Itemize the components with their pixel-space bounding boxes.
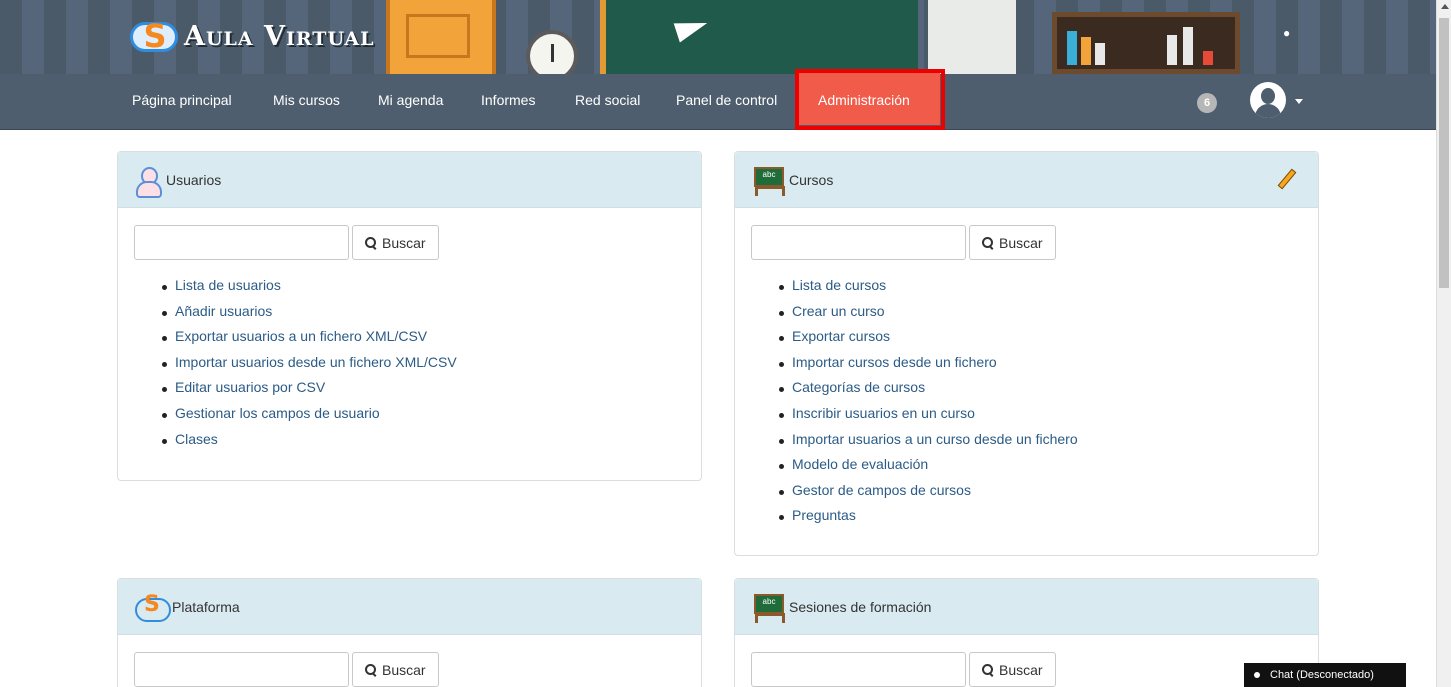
search-input[interactable] <box>751 652 966 687</box>
paper-illustration <box>928 0 1016 74</box>
nav-item-social[interactable]: Red social <box>575 92 640 108</box>
link-modelo-evaluacion[interactable]: Modelo de evaluación <box>792 456 928 472</box>
panel-header: Usuarios <box>118 152 701 208</box>
search-button-label: Buscar <box>999 234 1043 251</box>
list-item: Preguntas <box>779 507 1078 533</box>
link-exportar-cursos[interactable]: Exportar cursos <box>792 328 890 344</box>
search-row: Buscar <box>751 225 1056 260</box>
list-item: Editar usuarios por CSV <box>162 379 457 405</box>
nav-item-my-courses[interactable]: Mis cursos <box>273 92 340 108</box>
chalkboard-illustration <box>600 0 918 74</box>
panel-header: Sesiones de formación <box>735 579 1318 635</box>
search-button-label: Buscar <box>382 661 426 678</box>
panel-usuarios: Usuarios Buscar Lista de usuarios Añadir… <box>117 151 702 481</box>
platform-logo-icon <box>134 592 171 622</box>
link-importar-usuarios[interactable]: Importar usuarios desde un fichero XML/C… <box>175 354 457 370</box>
nav-item-dashboard[interactable]: Panel de control <box>676 92 777 108</box>
user-icon <box>134 165 162 198</box>
panel-sesiones: Sesiones de formación Buscar <box>734 578 1319 687</box>
chevron-down-icon[interactable] <box>1295 99 1303 104</box>
notification-badge[interactable]: 6 <box>1197 93 1217 113</box>
list-item: Lista de usuarios <box>162 277 457 303</box>
search-button[interactable]: Buscar <box>969 652 1056 687</box>
status-dot-icon <box>1254 672 1260 678</box>
search-row: Buscar <box>134 652 439 687</box>
list-item: Añadir usuarios <box>162 303 457 329</box>
link-anadir-usuarios[interactable]: Añadir usuarios <box>175 303 272 319</box>
panel-header: Plataforma <box>118 579 701 635</box>
vertical-scrollbar[interactable] <box>1436 0 1451 687</box>
list-item: Categorías de cursos <box>779 379 1078 405</box>
nav-item-home[interactable]: Página principal <box>132 92 232 108</box>
door-illustration <box>386 0 496 74</box>
brand-logo[interactable]: S Aula Virtual <box>130 18 375 54</box>
search-button-label: Buscar <box>999 661 1043 678</box>
header-banner: S Aula Virtual ● <box>0 0 1436 74</box>
link-crear-curso[interactable]: Crear un curso <box>792 303 885 319</box>
nav-item-administration[interactable]: Administración <box>818 92 910 108</box>
search-icon <box>982 663 994 676</box>
link-lista-usuarios[interactable]: Lista de usuarios <box>175 277 281 293</box>
list-item: Crear un curso <box>779 303 1078 329</box>
link-clases[interactable]: Clases <box>175 431 218 447</box>
search-icon <box>365 236 377 249</box>
clock-illustration <box>526 30 578 74</box>
search-row: Buscar <box>134 225 439 260</box>
search-input[interactable] <box>751 225 966 260</box>
panel-header: Cursos <box>735 152 1318 208</box>
search-button[interactable]: Buscar <box>352 225 439 260</box>
link-preguntas[interactable]: Preguntas <box>792 507 856 523</box>
search-button-label: Buscar <box>382 234 426 251</box>
link-importar-cursos[interactable]: Importar cursos desde un fichero <box>792 354 997 370</box>
search-button[interactable]: Buscar <box>969 225 1056 260</box>
panel-cursos: Cursos Buscar Lista de cursos Crear un c… <box>734 151 1319 556</box>
panel-plataforma: Plataforma Buscar <box>117 578 702 687</box>
panel-title: Usuarios <box>166 171 222 188</box>
list-item: Inscribir usuarios en un curso <box>779 405 1078 431</box>
search-icon <box>365 663 377 676</box>
list-item: Clases <box>162 431 457 457</box>
link-gestor-campos-cursos[interactable]: Gestor de campos de cursos <box>792 482 971 498</box>
link-categorias-cursos[interactable]: Categorías de cursos <box>792 379 925 395</box>
list-item: Exportar usuarios a un fichero XML/CSV <box>162 328 457 354</box>
user-avatar-icon[interactable] <box>1250 82 1286 118</box>
chalkboard-icon <box>751 593 785 623</box>
link-importar-usuarios-curso[interactable]: Importar usuarios a un curso desde un fi… <box>792 431 1078 447</box>
scroll-up-arrow-icon[interactable] <box>1441 4 1449 9</box>
list-item: Exportar cursos <box>779 328 1078 354</box>
pencil-edit-icon[interactable] <box>1277 168 1297 190</box>
link-exportar-usuarios[interactable]: Exportar usuarios a un fichero XML/CSV <box>175 328 427 344</box>
chat-label: Chat (Desconectado) <box>1270 669 1374 681</box>
nav-item-reports[interactable]: Informes <box>481 92 535 108</box>
search-input[interactable] <box>134 652 349 687</box>
search-row: Buscar <box>751 652 1056 687</box>
search-input[interactable] <box>134 225 349 260</box>
user-status-icon[interactable]: ● <box>1283 26 1290 40</box>
link-lista-cursos[interactable]: Lista de cursos <box>792 277 886 293</box>
chalkboard-icon <box>751 166 785 196</box>
list-item: Importar cursos desde un fichero <box>779 354 1078 380</box>
cursos-links: Lista de cursos Crear un curso Exportar … <box>779 277 1078 533</box>
link-inscribir-usuarios[interactable]: Inscribir usuarios en un curso <box>792 405 975 421</box>
link-editar-usuarios-csv[interactable]: Editar usuarios por CSV <box>175 379 325 395</box>
brand-name: Aula Virtual <box>184 20 375 52</box>
list-item: Importar usuarios desde un fichero XML/C… <box>162 354 457 380</box>
search-button[interactable]: Buscar <box>352 652 439 687</box>
chat-status-button[interactable]: Chat (Desconectado) <box>1244 663 1406 687</box>
search-icon <box>982 236 994 249</box>
panel-title: Cursos <box>789 171 834 188</box>
usuarios-links: Lista de usuarios Añadir usuarios Export… <box>162 277 457 457</box>
list-item: Gestionar los campos de usuario <box>162 405 457 431</box>
cloud-s-logo-icon: S <box>130 18 178 54</box>
list-item: Modelo de evaluación <box>779 456 1078 482</box>
nav-item-agenda[interactable]: Mi agenda <box>378 92 443 108</box>
list-item: Importar usuarios a un curso desde un fi… <box>779 431 1078 457</box>
panel-title: Sesiones de formación <box>789 598 932 615</box>
link-campos-usuario[interactable]: Gestionar los campos de usuario <box>175 405 380 421</box>
scroll-thumb[interactable] <box>1439 18 1449 288</box>
list-item: Gestor de campos de cursos <box>779 482 1078 508</box>
panel-title: Plataforma <box>172 598 240 615</box>
list-item: Lista de cursos <box>779 277 1078 303</box>
bookshelf-illustration <box>1052 12 1240 74</box>
